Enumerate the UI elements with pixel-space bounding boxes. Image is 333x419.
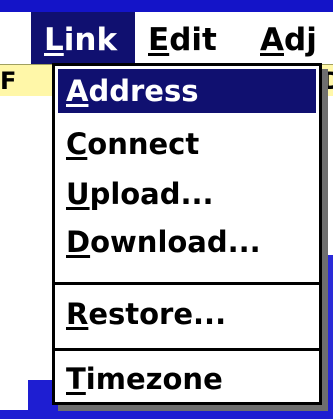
menu-item-connect-mnemonic: C <box>66 127 88 161</box>
strip-left-glyph: F <box>0 67 17 95</box>
menu-adjust-label-rest: dj <box>284 22 317 58</box>
menu-separator <box>55 282 319 285</box>
menu-link-label-rest: ink <box>63 22 118 58</box>
application-window: Link Edit Adj F D Address Connect Upload… <box>0 0 333 419</box>
menu-item-timezone-mnemonic: T <box>66 362 86 396</box>
menu-item-address-mnemonic: A <box>66 74 89 108</box>
menu-item-restore-mnemonic: R <box>66 297 89 331</box>
menu-bar: Link Edit Adj <box>0 12 333 64</box>
menu-item-timezone[interactable]: Timezone <box>58 357 316 401</box>
menu-item-download[interactable]: Download... <box>58 220 316 264</box>
menu-item-connect[interactable]: Connect <box>58 122 316 166</box>
menu-separator <box>55 348 319 351</box>
link-dropdown-menu: Address Connect Upload... Download... Re… <box>52 63 322 405</box>
menu-link[interactable]: Link <box>31 12 135 64</box>
menu-item-upload-mnemonic: U <box>66 177 90 211</box>
menu-link-mnemonic: L <box>44 22 64 58</box>
menu-item-address-label-rest: ddress <box>88 74 199 108</box>
menu-item-download-label-rest: ownload... <box>90 225 261 259</box>
menu-edit[interactable]: Edit <box>144 12 244 64</box>
menu-adjust[interactable]: Adj <box>252 12 333 64</box>
menu-item-download-mnemonic: D <box>66 225 91 259</box>
background-window-corner <box>0 410 30 419</box>
title-bar <box>0 0 333 12</box>
menu-edit-mnemonic: E <box>148 22 170 58</box>
menu-item-restore[interactable]: Restore... <box>58 292 316 336</box>
menu-item-address[interactable]: Address <box>58 69 316 113</box>
menu-item-upload-label-rest: pload... <box>89 177 214 211</box>
menu-item-restore-label-rest: estore... <box>88 297 227 331</box>
strip-right-glyph: D <box>322 67 333 95</box>
menu-item-connect-label-rest: onnect <box>87 127 200 161</box>
menu-edit-label-rest: dit <box>169 22 217 58</box>
menu-item-upload[interactable]: Upload... <box>58 172 316 216</box>
menu-adjust-mnemonic: A <box>260 22 284 58</box>
menu-item-timezone-label-rest: imezone <box>85 362 223 396</box>
